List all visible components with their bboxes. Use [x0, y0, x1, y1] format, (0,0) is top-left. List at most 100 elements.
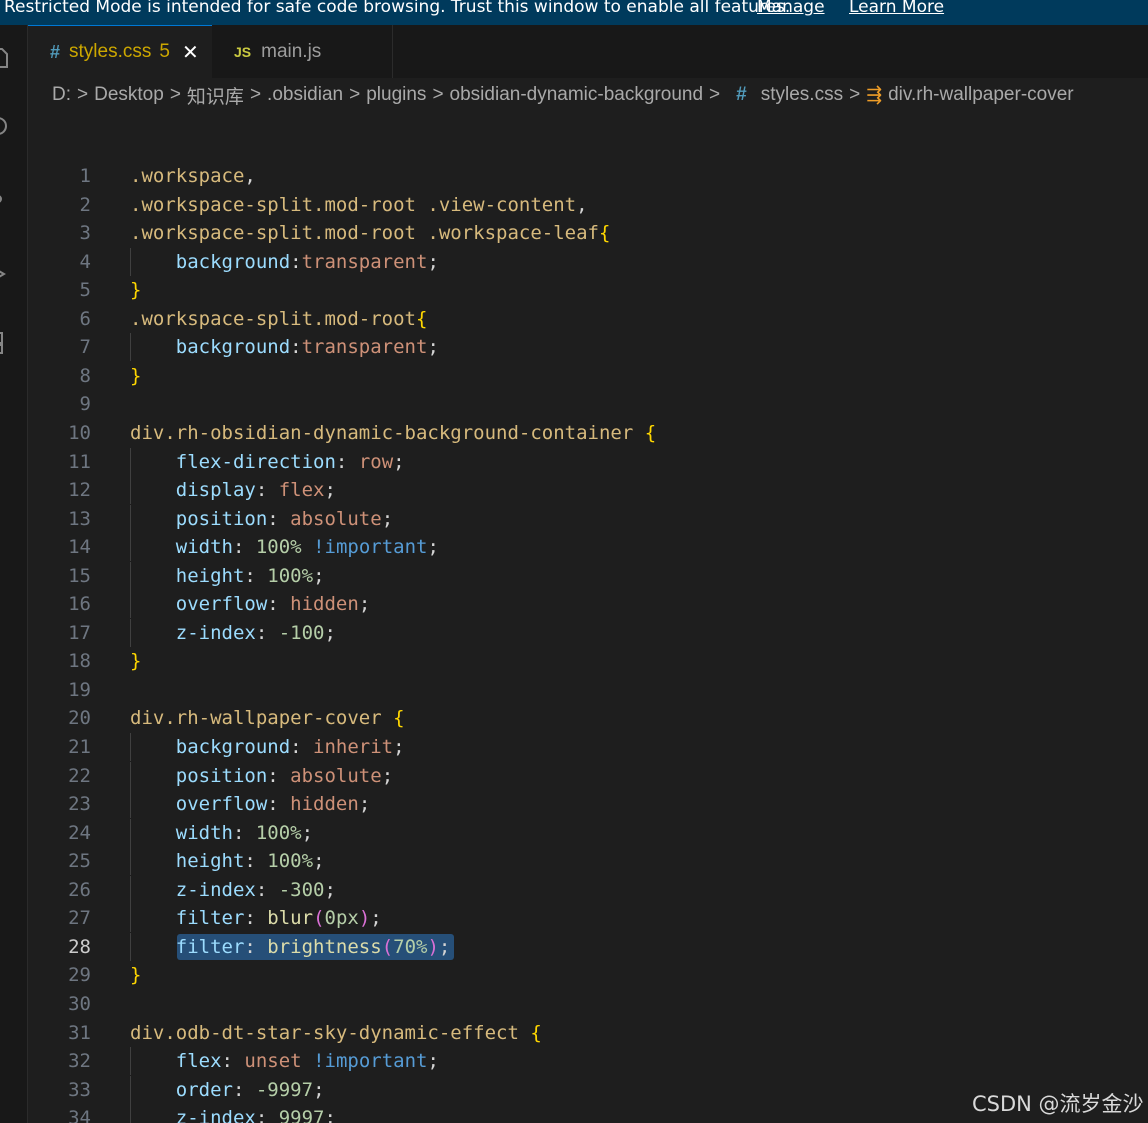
- code-token: ;: [438, 935, 451, 958]
- breadcrumb-file[interactable]: styles.css: [761, 84, 843, 106]
- code-text: width: 100%;: [130, 819, 313, 847]
- code-line[interactable]: 10 div.rh-obsidian-dynamic-background-con…: [28, 419, 1148, 447]
- extensions-icon[interactable]: [0, 330, 12, 356]
- code-line[interactable]: 2 .workspace-split.mod-root .view-content…: [28, 191, 1148, 219]
- code-text: overflow: hidden;: [130, 590, 371, 618]
- source-control-icon[interactable]: [0, 187, 12, 213]
- code-line[interactable]: 22 position: absolute;: [28, 761, 1148, 790]
- search-icon[interactable]: [0, 115, 12, 141]
- code-token: :: [255, 1107, 279, 1123]
- breadcrumb-obsidian[interactable]: .obsidian: [267, 84, 343, 106]
- code-token: filter: [175, 935, 245, 958]
- breadcrumb-desktop[interactable]: Desktop: [94, 84, 164, 106]
- breadcrumb-selector[interactable]: div.rh-wallpaper-cover: [888, 84, 1074, 106]
- line-number: 4: [79, 250, 91, 273]
- code-line[interactable]: 19: [28, 676, 1148, 704]
- code-line[interactable]: 12 display: flex;: [28, 476, 1148, 505]
- code-line[interactable]: 14 width: 100% !important;: [28, 533, 1148, 562]
- code-line[interactable]: 15 height: 100%;: [28, 561, 1148, 590]
- code-token: :: [232, 1078, 256, 1101]
- code-token: :: [267, 793, 291, 816]
- code-token: background: [175, 250, 291, 273]
- breadcrumb-plugins[interactable]: plugins: [366, 84, 426, 106]
- line-number: 25: [68, 850, 91, 873]
- code-line[interactable]: 20 div.rh-wallpaper-cover {: [28, 704, 1148, 732]
- code-text: position: absolute;: [130, 505, 393, 533]
- code-token: background: [175, 336, 291, 359]
- code-line[interactable]: 4 background:transparent;: [28, 247, 1148, 276]
- line-number: 34: [68, 1107, 91, 1123]
- code-text: div.odb-dt-star-sky-dynamic-effect {: [130, 1019, 542, 1047]
- explorer-icon[interactable]: [0, 45, 12, 71]
- code-token: :: [255, 621, 279, 644]
- breadcrumb-plugin-folder[interactable]: obsidian-dynamic-background: [450, 84, 703, 106]
- code-line[interactable]: 1 .workspace,: [28, 162, 1148, 190]
- code-token: :: [267, 764, 291, 787]
- code-line[interactable]: 24 width: 100%;: [28, 818, 1148, 847]
- code-line[interactable]: 21 background: inherit;: [28, 733, 1148, 761]
- code-token: :: [255, 878, 279, 901]
- code-line[interactable]: 23 overflow: hidden;: [28, 790, 1148, 819]
- code-token: z-index: [175, 878, 256, 901]
- code-line[interactable]: 32 flex: unset !important;: [28, 1047, 1148, 1076]
- code-line[interactable]: 16 overflow: hidden;: [28, 590, 1148, 619]
- code-editor[interactable]: 1 .workspace, 2 .workspace-split.mod-root .…: [28, 120, 1148, 1123]
- code-text: .workspace-split.mod-root .view-content,: [130, 191, 588, 219]
- code-line[interactable]: 8}: [28, 362, 1148, 390]
- tab-main-js[interactable]: JS main.js: [212, 25, 393, 78]
- css-file-icon: #: [50, 41, 61, 62]
- code-line[interactable]: 9: [28, 390, 1148, 418]
- chevron-right-icon: >: [432, 84, 444, 105]
- code-text: display: flex;: [130, 476, 336, 504]
- line-number: 15: [68, 564, 91, 587]
- line-number: 11: [68, 450, 91, 473]
- code-line[interactable]: 28 filter: brightness(70%);: [28, 932, 1148, 961]
- code-text: div.rh-wallpaper-cover {: [130, 704, 405, 732]
- code-line[interactable]: 18}: [28, 647, 1148, 675]
- line-number: 26: [68, 878, 91, 901]
- breadcrumb-knowledge-base[interactable]: 知识库: [187, 82, 244, 109]
- code-line[interactable]: 13 position: absolute;: [28, 504, 1148, 533]
- code-token: unset: [244, 1050, 302, 1073]
- code-line[interactable]: 6 .workspace-split.mod-root{: [28, 305, 1148, 333]
- code-line[interactable]: 30: [28, 990, 1148, 1018]
- manage-link[interactable]: Manage: [757, 0, 825, 16]
- activity-bar: [0, 25, 28, 1123]
- code-line[interactable]: 5}: [28, 276, 1148, 304]
- code-token: {: [599, 222, 611, 245]
- code-token: hidden: [290, 793, 359, 816]
- code-token: 0px: [324, 907, 359, 930]
- tab-styles-css[interactable]: # styles.css 5 ✕: [28, 25, 212, 78]
- code-token: flex: [175, 1050, 222, 1073]
- learn-more-link[interactable]: Learn More: [849, 0, 944, 16]
- code-token: ,: [576, 193, 588, 216]
- code-token: brightness: [267, 935, 382, 958]
- code-line[interactable]: 7 background:transparent;: [28, 333, 1148, 362]
- line-number: 32: [68, 1050, 91, 1073]
- code-token: ;: [427, 536, 439, 559]
- code-line[interactable]: 29}: [28, 961, 1148, 989]
- code-line[interactable]: 27 filter: blur(0px);: [28, 904, 1148, 933]
- code-line[interactable]: 25 height: 100%;: [28, 847, 1148, 876]
- code-token: :: [244, 935, 268, 958]
- code-line[interactable]: 11 flex-direction: row;: [28, 447, 1148, 476]
- breadcrumb-drive[interactable]: D:: [52, 84, 71, 106]
- code-line[interactable]: 3 .workspace-split.mod-root .workspace-le…: [28, 219, 1148, 247]
- code-token: position: [175, 764, 268, 787]
- code-line[interactable]: 26 z-index: -300;: [28, 875, 1148, 904]
- code-line[interactable]: 17 z-index: -100;: [28, 618, 1148, 647]
- code-text: width: 100% !important;: [130, 533, 439, 561]
- code-line[interactable]: 31 div.odb-dt-star-sky-dynamic-effect {: [28, 1019, 1148, 1047]
- close-icon[interactable]: ✕: [182, 40, 199, 65]
- js-file-icon: JS: [234, 43, 252, 60]
- run-debug-icon[interactable]: [0, 261, 12, 287]
- code-token: background: [175, 736, 291, 758]
